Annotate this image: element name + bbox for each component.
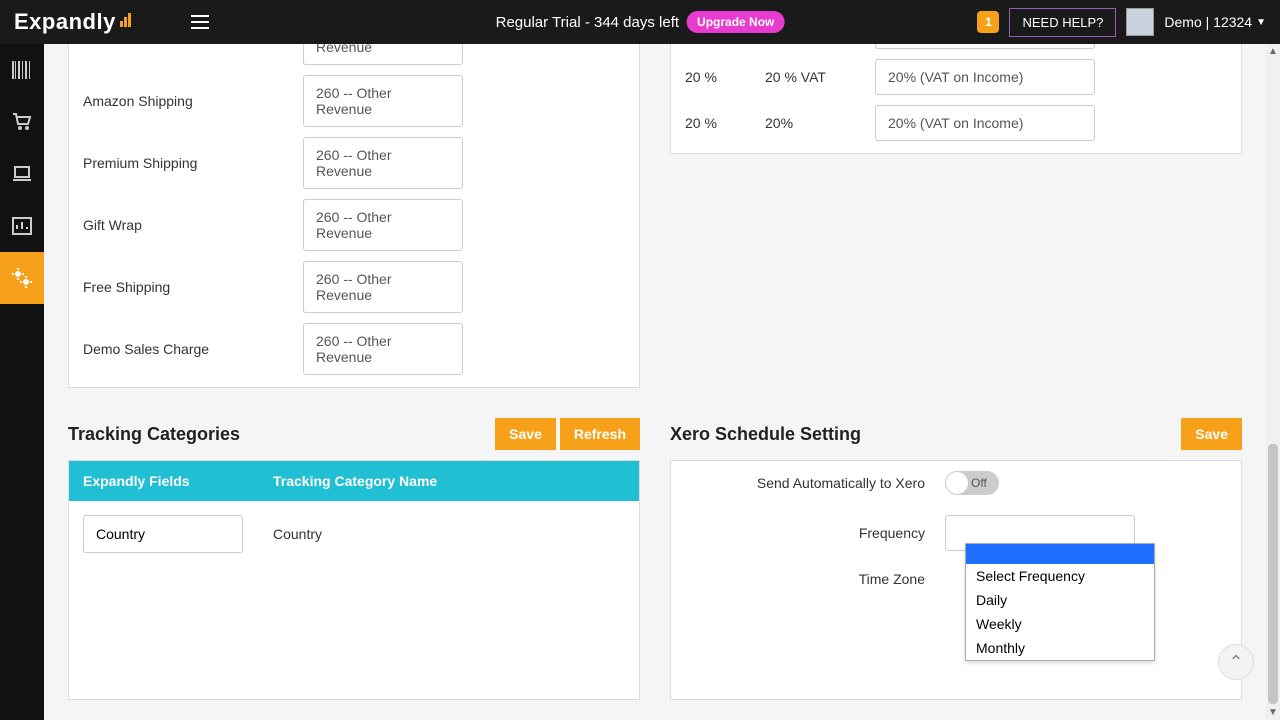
scroll-down-icon[interactable]: ▼ <box>1266 707 1280 718</box>
notification-badge[interactable]: 1 <box>977 11 999 33</box>
chevron-down-icon: ▼ <box>1256 17 1266 28</box>
row-label: Demo Sales Charge <box>83 341 303 357</box>
brand-bars-icon <box>120 13 131 27</box>
tracking-title: Tracking Categories <box>68 424 240 445</box>
row-label: Gift Wrap <box>83 217 303 233</box>
brand-text: Expandly <box>14 9 116 35</box>
trial-banner: Regular Trial - 344 days left Upgrade No… <box>496 11 785 33</box>
revenue-select[interactable]: 260 -- Other Revenue <box>303 199 463 251</box>
send-auto-toggle[interactable]: Off <box>945 471 999 495</box>
frequency-option-blank[interactable] <box>966 544 1154 564</box>
table-row: Country <box>69 501 639 567</box>
tracking-table-head: Expandly Fields Tracking Category Name <box>69 461 639 501</box>
tracking-col-fields: Expandly Fields <box>83 473 273 489</box>
sidebar-item-cart[interactable] <box>0 96 44 148</box>
vat-pct: 20 % <box>685 69 765 85</box>
tracking-category-value: Country <box>273 526 322 542</box>
schedule-panel: Send Automatically to Xero Off Frequency… <box>670 460 1242 700</box>
vat-select[interactable]: 20% (VAT on Income) <box>875 105 1095 141</box>
vat-select[interactable]: 20% (VAT on Income) <box>875 44 1095 49</box>
sidebar <box>0 44 44 720</box>
user-menu[interactable]: Demo | 12324 ▼ <box>1164 14 1266 30</box>
revenue-select[interactable]: 260 -- Other Revenue <box>303 323 463 375</box>
revenue-select[interactable]: 260 -- Other Revenue <box>303 44 463 65</box>
frequency-option[interactable]: Monthly <box>966 636 1154 660</box>
vat-name: 20 % VAT <box>765 69 875 85</box>
toggle-text: Off <box>971 476 987 490</box>
tracking-col-category: Tracking Category Name <box>273 473 437 489</box>
vat-select[interactable]: 20% (VAT on Income) <box>875 59 1095 95</box>
tracking-refresh-button[interactable]: Refresh <box>560 418 640 450</box>
expandly-field-input[interactable] <box>83 515 243 553</box>
revenue-select[interactable]: 260 -- Other Revenue <box>303 75 463 127</box>
revenue-mapping-panel: 260 -- Other Revenue Amazon Shipping260 … <box>68 44 640 388</box>
timezone-label: Time Zone <box>685 571 945 587</box>
user-label-text: Demo | 12324 <box>1164 14 1252 30</box>
row-label: Amazon Shipping <box>83 93 303 109</box>
topbar: Expandly Regular Trial - 344 days left U… <box>0 0 1280 44</box>
schedule-save-button[interactable]: Save <box>1181 418 1242 450</box>
brand-logo: Expandly <box>14 9 131 35</box>
avatar[interactable] <box>1126 8 1154 36</box>
upgrade-button[interactable]: Upgrade Now <box>687 11 784 33</box>
schedule-title: Xero Schedule Setting <box>670 424 861 445</box>
send-auto-label: Send Automatically to Xero <box>685 475 945 491</box>
topbar-right: 1 NEED HELP? Demo | 12324 ▼ <box>977 8 1266 37</box>
scrollbar[interactable]: ▲ ▼ <box>1266 44 1280 720</box>
revenue-select[interactable]: 260 -- Other Revenue <box>303 137 463 189</box>
revenue-select[interactable]: 260 -- Other Revenue <box>303 261 463 313</box>
frequency-option[interactable]: Weekly <box>966 612 1154 636</box>
sidebar-item-settings[interactable] <box>0 252 44 304</box>
sidebar-item-barcode[interactable] <box>0 44 44 96</box>
tracking-save-button[interactable]: Save <box>495 418 556 450</box>
vat-mapping-panel: 20% (VAT on Income) 20 %20 % VAT20% (VAT… <box>670 44 1242 154</box>
row-label: Free Shipping <box>83 279 303 295</box>
trial-text: Regular Trial - 344 days left <box>496 14 679 31</box>
scroll-up-icon[interactable]: ▲ <box>1266 46 1280 57</box>
frequency-option[interactable]: Daily <box>966 588 1154 612</box>
need-help-button[interactable]: NEED HELP? <box>1009 8 1116 37</box>
menu-toggle-icon[interactable] <box>191 15 209 29</box>
row-label: Premium Shipping <box>83 155 303 171</box>
frequency-dropdown: Select Frequency Daily Weekly Monthly <box>965 543 1155 661</box>
main: 260 -- Other Revenue Amazon Shipping260 … <box>44 44 1266 720</box>
sidebar-item-laptop[interactable] <box>0 148 44 200</box>
frequency-option[interactable]: Select Frequency <box>966 564 1154 588</box>
vat-name: 20% <box>765 115 875 131</box>
notification-count: 1 <box>985 15 992 29</box>
frequency-label: Frequency <box>685 525 945 541</box>
scrollbar-thumb[interactable] <box>1268 444 1278 704</box>
scroll-to-top-button[interactable]: ⌃ <box>1218 644 1254 680</box>
vat-pct: 20 % <box>685 115 765 131</box>
tracking-panel: Expandly Fields Tracking Category Name C… <box>68 460 640 700</box>
sidebar-item-reports[interactable] <box>0 200 44 252</box>
